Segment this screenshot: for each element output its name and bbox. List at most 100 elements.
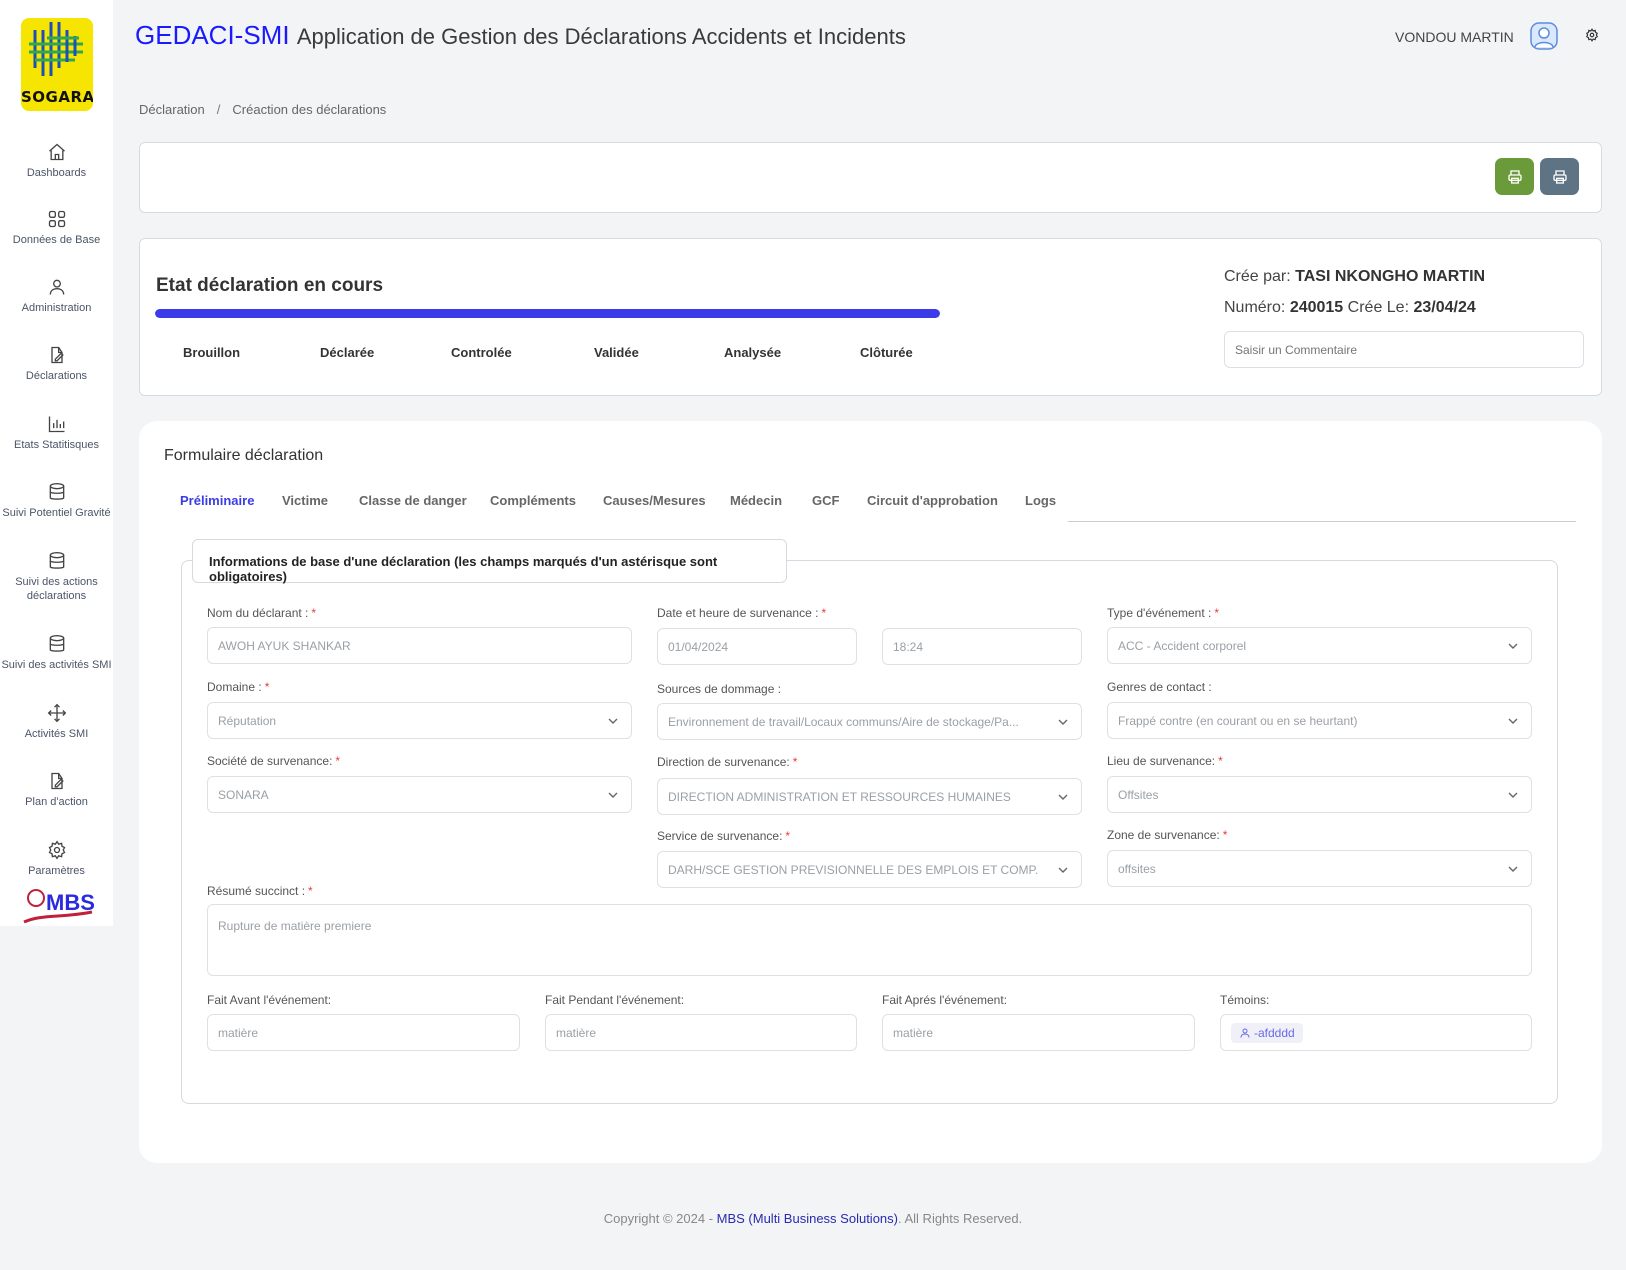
type-select-value: ACC - Accident corporel xyxy=(1118,638,1247,653)
sidebar-item-declarations[interactable]: Déclarations xyxy=(0,345,113,383)
number-value: 240015 xyxy=(1289,299,1344,316)
fait-pendant-textarea[interactable]: matière xyxy=(545,1014,857,1051)
sidebar-item-suivi-activites[interactable]: Suivi des activités SMI xyxy=(0,634,113,672)
required-mark: * xyxy=(264,680,270,694)
chevron-down-icon xyxy=(608,792,618,798)
chevron-down-icon xyxy=(1058,719,1068,725)
required-mark: * xyxy=(311,606,317,620)
required-mark: * xyxy=(308,884,313,898)
tab-causes-mesures[interactable]: Causes/Mesures xyxy=(603,493,706,508)
sidebar-item-activites-smi[interactable]: Activités SMI xyxy=(0,703,113,741)
footer-prefix: Copyright © 2024 - xyxy=(603,1211,717,1226)
print-button[interactable] xyxy=(1495,158,1534,195)
sidebar-item-dashboards[interactable]: Dashboards xyxy=(0,142,113,180)
fait-apres-label: Fait Aprés l'événement: xyxy=(882,993,1008,1007)
created-by-label: Crée par: xyxy=(1224,268,1291,285)
zone-select[interactable]: offsites xyxy=(1107,850,1532,887)
lieu-select-value: Offsites xyxy=(1118,787,1159,802)
sogara-logo-mark xyxy=(29,22,83,76)
declarant-field[interactable]: AWOH AYUK SHANKAR xyxy=(207,627,632,664)
service-select[interactable]: DARH/SCE GESTION PREVISIONNELLE DES EMPL… xyxy=(657,851,1082,888)
sidebar-item-donnees-de-base[interactable]: Données de Base xyxy=(0,209,113,247)
service-select-value: DARH/SCE GESTION PREVISIONNELLE DES EMPL… xyxy=(668,862,1039,877)
printer-icon xyxy=(1552,169,1567,184)
tab-logs[interactable]: Logs xyxy=(1025,493,1056,508)
type-select[interactable]: ACC - Accident corporel xyxy=(1107,627,1532,664)
sidebar-item-plan-action[interactable]: Plan d'action xyxy=(0,771,113,809)
tab-complements[interactable]: Compléments xyxy=(490,493,576,508)
step-validee: Validée xyxy=(594,345,639,360)
footer-company-link[interactable]: MBS (Multi Business Solutions) xyxy=(717,1211,898,1226)
sogara-logo[interactable]: SOGARA xyxy=(21,18,93,111)
breadcrumb-root[interactable]: Déclaration xyxy=(139,102,205,117)
fait-avant-textarea[interactable]: matière xyxy=(207,1014,520,1051)
sidebar-item-label: Administration xyxy=(21,302,92,314)
temoin-chip-label: -afdddd xyxy=(1254,1025,1295,1040)
sidebar-item-suivi-potentiel-gravite[interactable]: Suivi Potentiel Gravité xyxy=(0,482,113,520)
sidebar-item-parametres[interactable]: Paramètres xyxy=(0,840,113,878)
lieu-select[interactable]: Offsites xyxy=(1107,776,1532,813)
sources-select[interactable]: Environnement de travail/Locaux communs/… xyxy=(657,703,1082,740)
sidebar-item-administration[interactable]: Administration xyxy=(0,277,113,315)
required-mark: * xyxy=(335,754,341,768)
mbs-logo-text: MBS xyxy=(46,890,95,915)
print-secondary-button[interactable] xyxy=(1540,158,1579,195)
fait-apres-textarea[interactable]: matière xyxy=(882,1014,1195,1051)
zone-select-value: offsites xyxy=(1118,861,1156,876)
user-icon xyxy=(49,279,64,295)
tab-victime[interactable]: Victime xyxy=(282,493,328,508)
created-on-label: Crée Le: xyxy=(1347,299,1410,316)
user-name: VONDOU MARTIN xyxy=(1395,29,1514,45)
date-field[interactable]: 01/04/2024 xyxy=(657,628,857,665)
domaine-select[interactable]: Réputation xyxy=(207,702,632,739)
tab-gcf[interactable]: GCF xyxy=(812,493,839,508)
chevron-down-icon xyxy=(1508,866,1518,872)
tab-circuit-approbation[interactable]: Circuit d'approbation xyxy=(867,493,998,508)
sidebar-item-etats-statistiques[interactable]: Etats Statitisques xyxy=(0,414,113,452)
form-title: Formulaire déclaration xyxy=(164,447,324,464)
direction-select[interactable]: DIRECTION ADMINISTRATION ET RESSOURCES H… xyxy=(657,778,1082,815)
sidebar-item-label: Suivi des actions déclarations xyxy=(15,576,98,602)
step-declaree: Déclarée xyxy=(320,345,375,360)
genres-select[interactable]: Frappé contre (en courant ou en se heurt… xyxy=(1107,702,1532,739)
toolbar-card xyxy=(139,142,1602,213)
page-header: GEDACI-SMI Application de Gestion des Dé… xyxy=(135,20,906,51)
fait-pendant-label: Fait Pendant l'événement: xyxy=(545,993,685,1007)
societe-select[interactable]: SONARA xyxy=(207,776,632,813)
required-mark: * xyxy=(1222,828,1228,842)
tab-classe-de-danger[interactable]: Classe de danger xyxy=(359,493,467,508)
user-icon xyxy=(1240,1028,1250,1038)
printer-icon xyxy=(1507,169,1522,184)
comment-input[interactable] xyxy=(1224,331,1584,368)
footer-suffix: . All Rights Reserved. xyxy=(897,1211,1023,1226)
step-brouillon: Brouillon xyxy=(183,345,241,360)
avatar[interactable] xyxy=(1530,22,1558,55)
breadcrumb-current: Créaction des déclarations xyxy=(232,102,387,117)
date-label: Date et heure de survenance : * xyxy=(657,606,826,620)
genres-label: Genres de contact : xyxy=(1107,680,1212,694)
temoins-field[interactable]: -afdddd xyxy=(1220,1014,1532,1051)
time-field[interactable]: 18:24 xyxy=(882,628,1082,665)
bar-chart-icon xyxy=(48,416,64,433)
mbs-logo: MBS xyxy=(22,884,95,924)
state-progress-fill xyxy=(155,309,940,318)
database-icon xyxy=(49,635,64,652)
footer: Copyright © 2024 - MBS (Multi Business S… xyxy=(0,1211,1626,1226)
sidebar-item-label: Déclarations xyxy=(25,370,88,382)
societe-select-value: SONARA xyxy=(218,787,269,802)
direction-label: Direction de survenance: * xyxy=(657,755,797,769)
service-label: Service de survenance: * xyxy=(657,829,790,843)
chevron-down-icon xyxy=(1508,643,1518,649)
tab-medecin[interactable]: Médecin xyxy=(730,493,782,508)
breadcrumb: Déclaration / Créaction des déclarations xyxy=(139,102,386,117)
app-subtitle: Application de Gestion des Déclarations … xyxy=(296,24,906,49)
tab-preliminaire[interactable]: Préliminaire xyxy=(180,493,254,508)
date-label-text: Date et heure de survenance : xyxy=(657,606,819,620)
resume-textarea[interactable]: Rupture de matière premiere xyxy=(207,904,1532,976)
created-on-value: 23/04/24 xyxy=(1413,299,1476,316)
sidebar-item-label: Etats Statitisques xyxy=(14,439,99,451)
sidebar-item-suivi-actions[interactable]: Suivi des actions déclarations xyxy=(0,551,113,603)
tab-divider xyxy=(1068,521,1576,522)
settings-button[interactable] xyxy=(1585,28,1599,47)
temoin-chip[interactable]: -afdddd xyxy=(1231,1022,1303,1043)
